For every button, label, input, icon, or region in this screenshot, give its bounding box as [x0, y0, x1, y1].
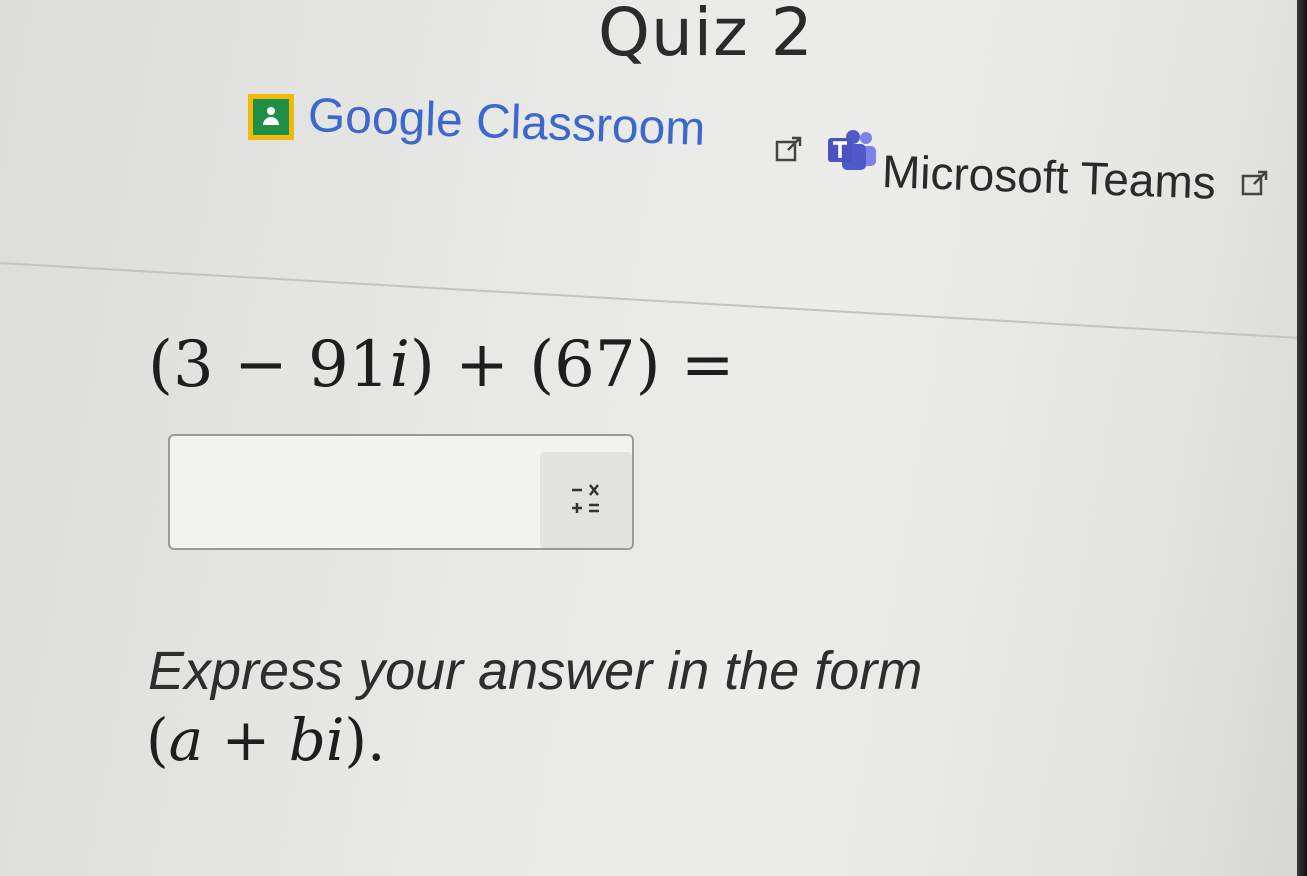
answer-box [168, 434, 634, 550]
plus-between: ) + ( [409, 328, 555, 402]
quiz-title: Quiz 2 [598, 0, 814, 71]
problem-equation: (3 − 91i) + (67) = [148, 328, 735, 402]
form-a: a [168, 706, 204, 774]
math-keypad-icon [572, 484, 599, 513]
minus-sign: − [213, 328, 308, 402]
close-equals: ) = [635, 328, 735, 402]
open-paren: ( [148, 328, 173, 402]
external-link-icon[interactable] [1240, 168, 1270, 198]
google-classroom-icon[interactable] [248, 94, 294, 140]
imag-coefficient: 91 [308, 328, 390, 402]
quiz-screen: Quiz 2 Google Classroom Microsoft Teams [0, 0, 1307, 876]
answer-form: (a + bi). [146, 706, 386, 774]
external-link-icon[interactable] [774, 134, 804, 164]
form-open: ( [146, 706, 169, 774]
form-close: ). [344, 706, 386, 774]
real-term: 3 [172, 328, 214, 402]
answer-input[interactable] [170, 436, 536, 548]
form-b: b [288, 706, 326, 774]
math-keypad-button[interactable] [540, 452, 632, 548]
second-term: 67 [554, 328, 636, 402]
instructions-text: Express your answer in the form [148, 641, 923, 701]
imag-unit: i [389, 328, 410, 402]
form-plus: + [203, 706, 289, 774]
form-i: i [325, 706, 345, 774]
google-classroom-link[interactable]: Google Classroom [307, 88, 706, 157]
share-links: Google Classroom Microsoft Teams [244, 88, 1284, 209]
microsoft-teams-icon[interactable] [826, 128, 878, 172]
screen-bezel [1297, 0, 1307, 876]
microsoft-teams-link[interactable]: Microsoft Teams [881, 144, 1217, 210]
